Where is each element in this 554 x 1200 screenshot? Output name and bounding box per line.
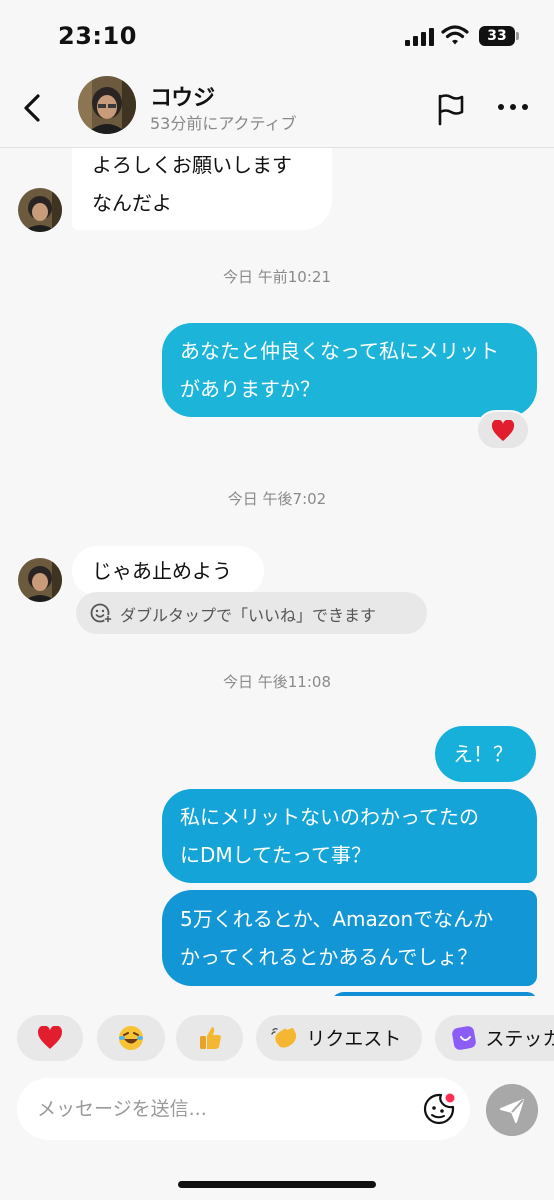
message-bubble-incoming[interactable]: よろしくお願いします なんだよ xyxy=(72,148,332,230)
wifi-icon xyxy=(441,25,469,45)
message-bubble-outgoing-partial xyxy=(330,992,537,996)
message-text: あなたと仲良くなって私にメリット xyxy=(180,339,499,363)
message-bubble-outgoing[interactable]: 私にメリットないのわかってたの にDMしてたって事？ xyxy=(162,789,537,883)
quick-sticker-button[interactable]: ステッカ xyxy=(435,1015,554,1061)
home-indicator xyxy=(178,1181,376,1188)
message-text: がありますか？ xyxy=(180,377,320,401)
sticker-icon xyxy=(452,1025,476,1050)
sender-avatar[interactable] xyxy=(18,188,62,232)
request-label: リクエスト xyxy=(306,1028,402,1050)
back-button[interactable] xyxy=(18,90,48,126)
contact-avatar[interactable] xyxy=(78,76,136,134)
laughing-face-icon xyxy=(119,1026,143,1050)
avatar-photo xyxy=(18,558,62,602)
quick-thumbs-up-button[interactable] xyxy=(176,1015,243,1061)
flag-report-button[interactable] xyxy=(434,92,466,126)
active-status: 53分前にアクティブ xyxy=(150,114,297,133)
message-bubble-outgoing[interactable]: 5万くれるとか、Amazonでなんか かってくれるとかあるんでしょ？ xyxy=(162,890,537,986)
cellular-signal-icon xyxy=(405,28,435,46)
message-text: にDMしてたって事？ xyxy=(180,843,372,867)
avatar-photo xyxy=(78,76,136,134)
thumbs-up-icon xyxy=(199,1027,221,1049)
message-bubble-outgoing[interactable]: あなたと仲良くなって私にメリット がありますか？ xyxy=(162,323,537,417)
message-bubble-outgoing[interactable]: え！？ xyxy=(435,726,536,782)
heart-icon xyxy=(491,419,515,441)
message-timestamp: 今日 午後7:02 xyxy=(227,490,327,508)
more-options-button[interactable] xyxy=(496,104,530,114)
add-reaction-icon xyxy=(90,603,112,623)
heart-icon xyxy=(37,1025,63,1049)
message-timestamp: 今日 午前10:21 xyxy=(223,268,331,286)
send-button[interactable] xyxy=(486,1084,538,1136)
message-text: え！？ xyxy=(453,742,513,766)
sender-avatar[interactable] xyxy=(18,558,62,602)
hint-text: ダブルタップで「いいね」できます xyxy=(120,606,377,625)
message-timestamp: 今日 午後11:08 xyxy=(223,673,331,691)
message-input[interactable] xyxy=(37,1078,417,1140)
contact-name[interactable]: コウジ xyxy=(150,80,215,112)
sticker-label: ステッカ xyxy=(485,1028,554,1050)
quick-heart-button[interactable] xyxy=(17,1015,83,1061)
status-bar: 23:10 33 xyxy=(0,0,554,70)
message-text: よろしくお願いします xyxy=(92,153,292,177)
message-text: かってくれるとかあるんでしょ？ xyxy=(180,945,478,969)
sticker-picker-button[interactable] xyxy=(422,1092,456,1126)
quick-laugh-button[interactable] xyxy=(97,1015,165,1061)
message-bubble-incoming[interactable]: じゃあ止めよう xyxy=(72,546,264,596)
message-text: じゃあ止めよう xyxy=(92,559,232,583)
quick-actions-row[interactable]: リクエスト ステッカ xyxy=(0,1015,554,1061)
waving-hand-icon xyxy=(271,1027,297,1048)
message-list[interactable]: よろしくお願いします なんだよ 今日 午前10:21 あなたと仲良くなって私にメ… xyxy=(0,148,554,996)
quick-request-button[interactable]: リクエスト xyxy=(256,1015,422,1061)
battery-indicator: 33 xyxy=(479,26,515,46)
avatar-photo xyxy=(18,188,62,232)
message-text: 5万くれるとか、Amazonでなんか xyxy=(180,907,494,931)
message-composer[interactable] xyxy=(17,1078,470,1140)
message-text: 私にメリットないのわかってたの xyxy=(180,805,479,829)
double-tap-like-hint: ダブルタップで「いいね」できます xyxy=(76,592,427,634)
message-text: なんだよ xyxy=(92,191,172,215)
battery-tip xyxy=(516,32,519,40)
heart-reaction-badge[interactable] xyxy=(476,410,530,450)
status-time: 23:10 xyxy=(58,22,137,50)
chat-header: コウジ 53分前にアクティブ xyxy=(0,70,554,148)
